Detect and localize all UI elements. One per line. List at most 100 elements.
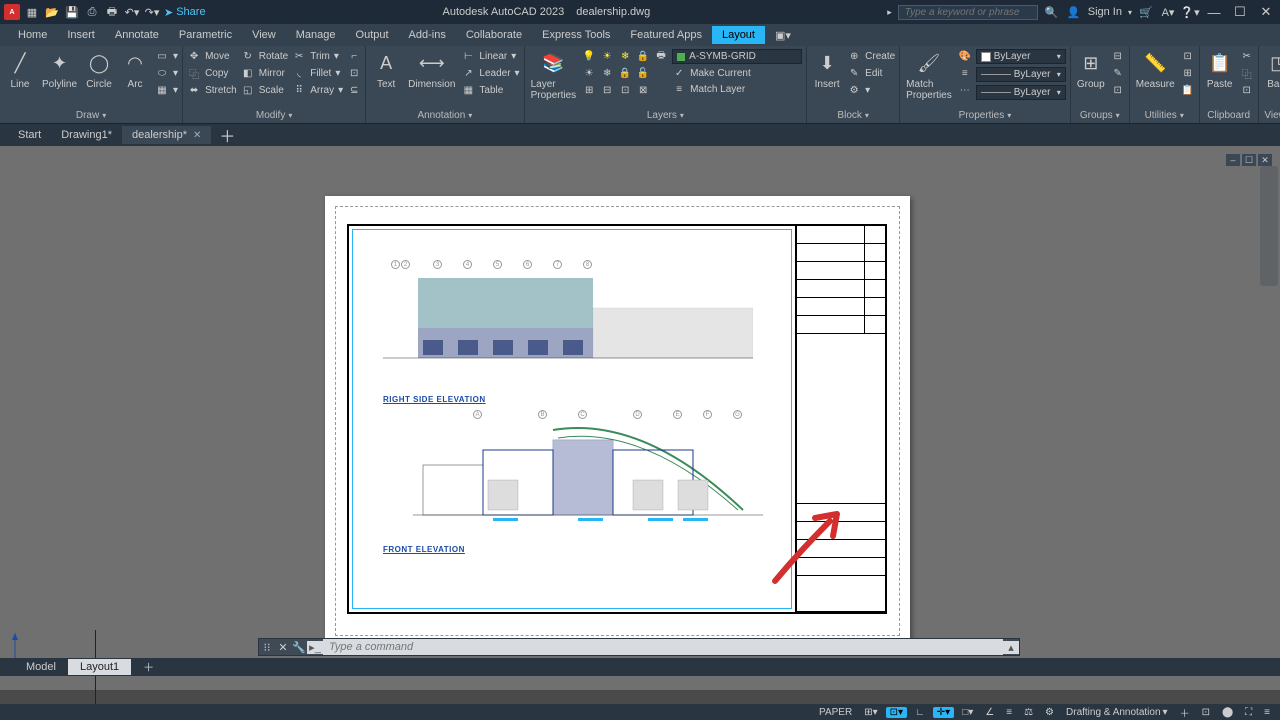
tab-dealership[interactable]: dealership*✕ [122, 126, 211, 144]
open-icon[interactable]: 📂 [44, 4, 60, 20]
vpfreeze-icon[interactable]: ❄ [618, 49, 632, 63]
arc-button[interactable]: ◠Arc [119, 49, 151, 90]
osnap-toggle[interactable]: □▾ [958, 707, 977, 718]
rotate-button[interactable]: ↻Rotate [241, 49, 288, 63]
move-button[interactable]: ✥Move [187, 49, 237, 63]
cmd-handle-icon[interactable]: ⁝⁝ [259, 641, 275, 654]
misc-draw-3[interactable]: ▦▾ [155, 83, 178, 97]
mod-extra-2[interactable]: ⊡ [347, 66, 361, 80]
menu-express[interactable]: Express Tools [532, 26, 620, 44]
autodesk-app-icon[interactable]: A▾ [1160, 4, 1176, 20]
color-dropdown[interactable]: ByLayer [976, 49, 1066, 64]
menu-parametric[interactable]: Parametric [169, 26, 242, 44]
inner-min-button[interactable]: – [1226, 154, 1240, 166]
add-layout-button[interactable]: ＋ [131, 657, 166, 677]
freeze-icon[interactable]: ☀ [600, 49, 614, 63]
search-input[interactable] [898, 5, 1038, 20]
close-button[interactable]: ✕ [1256, 4, 1276, 20]
layer-dropdown[interactable]: A-SYMB-GRID [672, 49, 802, 64]
mod-extra-3[interactable]: ⊆ [347, 83, 361, 97]
new-icon[interactable]: ▦ [24, 4, 40, 20]
table-button[interactable]: ▦Table [461, 83, 519, 97]
layout1-tab[interactable]: Layout1 [68, 659, 131, 675]
base-view-button[interactable]: ◳Base [1263, 49, 1280, 90]
workspace-switcher[interactable]: Drafting & Annotation▾ [1062, 707, 1172, 718]
hardware-accel-icon[interactable]: ⬤ [1218, 707, 1237, 718]
plot-layer-icon[interactable]: 🖶 [654, 49, 668, 63]
lock-icon[interactable]: 🔒 [636, 49, 650, 63]
menu-view[interactable]: View [242, 26, 286, 44]
anno-monitor-icon[interactable]: ＋ [1176, 705, 1194, 720]
polyline-button[interactable]: ✦Polyline [40, 49, 79, 90]
tab-drawing1[interactable]: Drawing1* [51, 126, 122, 144]
stretch-button[interactable]: ⬌Stretch [187, 83, 237, 97]
share-link[interactable]: ➤ Share [164, 6, 206, 19]
menu-addins[interactable]: Add-ins [399, 26, 456, 44]
match-layer-button[interactable]: ≡Match Layer [672, 82, 802, 96]
space-indicator[interactable]: PAPER [815, 707, 856, 718]
leader-button[interactable]: ↗Leader▾ [461, 66, 519, 80]
help-icon[interactable]: ❔▾ [1182, 4, 1198, 20]
inner-max-button[interactable]: ☐ [1242, 154, 1256, 166]
customize-status-icon[interactable]: ≡ [1260, 707, 1274, 718]
cmd-history-icon[interactable]: ▴ [1003, 641, 1019, 654]
copy-button[interactable]: ⿻Copy [187, 66, 237, 80]
saveas-icon[interactable]: ⎙ [84, 4, 100, 20]
save-icon[interactable]: 💾 [64, 4, 80, 20]
tab-start[interactable]: Start [8, 126, 51, 144]
paste-button[interactable]: 📋Paste [1204, 49, 1236, 90]
circle-button[interactable]: ◯Circle [83, 49, 115, 90]
mod-extra-1[interactable]: ⌐ [347, 49, 361, 63]
lineweight-dropdown[interactable]: ByLayer [976, 67, 1066, 82]
array-button[interactable]: ⠿Array▾ [292, 83, 343, 97]
undo-icon[interactable]: ↶▾ [124, 4, 140, 20]
close-tab-icon[interactable]: ✕ [193, 130, 201, 141]
menu-extra-icon[interactable]: ▣▾ [765, 26, 801, 45]
match-props-button[interactable]: 🖌Match Properties [904, 49, 954, 101]
app-menu-icon[interactable]: A [4, 4, 20, 20]
add-tab-button[interactable]: ＋ [211, 123, 243, 147]
menu-featured[interactable]: Featured Apps [620, 26, 712, 44]
isolate-icon[interactable]: ⊡ [1198, 707, 1214, 718]
drawing-area[interactable]: – ☐ ✕ 1 2 3 4 5 6 7 8 [0, 146, 1280, 690]
ortho-toggle[interactable]: ∟ [911, 707, 929, 718]
trim-button[interactable]: ✂Trim▾ [292, 49, 343, 63]
menu-collaborate[interactable]: Collaborate [456, 26, 532, 44]
signin-label[interactable]: Sign In [1088, 6, 1122, 18]
user-icon[interactable]: 👤 [1066, 4, 1082, 20]
signin-chevron-icon[interactable] [1128, 6, 1132, 18]
minimize-button[interactable]: — [1204, 5, 1224, 20]
menu-layout[interactable]: Layout [712, 26, 765, 44]
misc-draw-2[interactable]: ⬭▾ [155, 66, 178, 80]
menu-output[interactable]: Output [346, 26, 399, 44]
mirror-button[interactable]: ◧Mirror [241, 66, 288, 80]
dimension-button[interactable]: ⟷Dimension [406, 49, 457, 90]
block-attr-button[interactable]: ⚙▾ [847, 83, 895, 97]
edit-block-button[interactable]: ✎Edit [847, 66, 895, 80]
clean-screen-icon[interactable]: ⛶ [1241, 707, 1256, 718]
navigation-bar[interactable] [1260, 166, 1278, 286]
redo-icon[interactable]: ↷▾ [144, 4, 160, 20]
command-input[interactable] [323, 639, 1003, 655]
maximize-button[interactable]: ☐ [1230, 4, 1250, 20]
linetype-dropdown[interactable]: ByLayer [976, 85, 1066, 100]
group-button[interactable]: ⊞Group [1075, 49, 1107, 90]
insert-block-button[interactable]: ⬇Insert [811, 49, 843, 90]
fillet-button[interactable]: ◟Fillet▾ [292, 66, 343, 80]
viewport[interactable]: 1 2 3 4 5 6 7 8 [352, 229, 792, 609]
misc-draw-1[interactable]: ▭▾ [155, 49, 178, 63]
line-button[interactable]: ╱Line [4, 49, 36, 90]
lineweight-toggle[interactable]: ≡ [1002, 707, 1016, 718]
otrack-toggle[interactable]: ∠ [981, 707, 998, 718]
lightbulb-icon[interactable]: 💡 [582, 49, 596, 63]
anno-scale-icon[interactable]: ⚖ [1020, 707, 1037, 718]
measure-button[interactable]: 📏Measure [1134, 49, 1177, 90]
inner-close-button[interactable]: ✕ [1258, 154, 1272, 166]
text-button[interactable]: AText [370, 49, 402, 90]
layer-props-button[interactable]: 📚Layer Properties [529, 49, 579, 101]
polar-toggle[interactable]: ✛▾ [933, 707, 954, 718]
cart-icon[interactable]: 🛒 [1138, 4, 1154, 20]
scale-button[interactable]: ◱Scale [241, 83, 288, 97]
menu-insert[interactable]: Insert [57, 26, 105, 44]
infocenter-arrow-icon[interactable]: ▸ [887, 7, 892, 18]
